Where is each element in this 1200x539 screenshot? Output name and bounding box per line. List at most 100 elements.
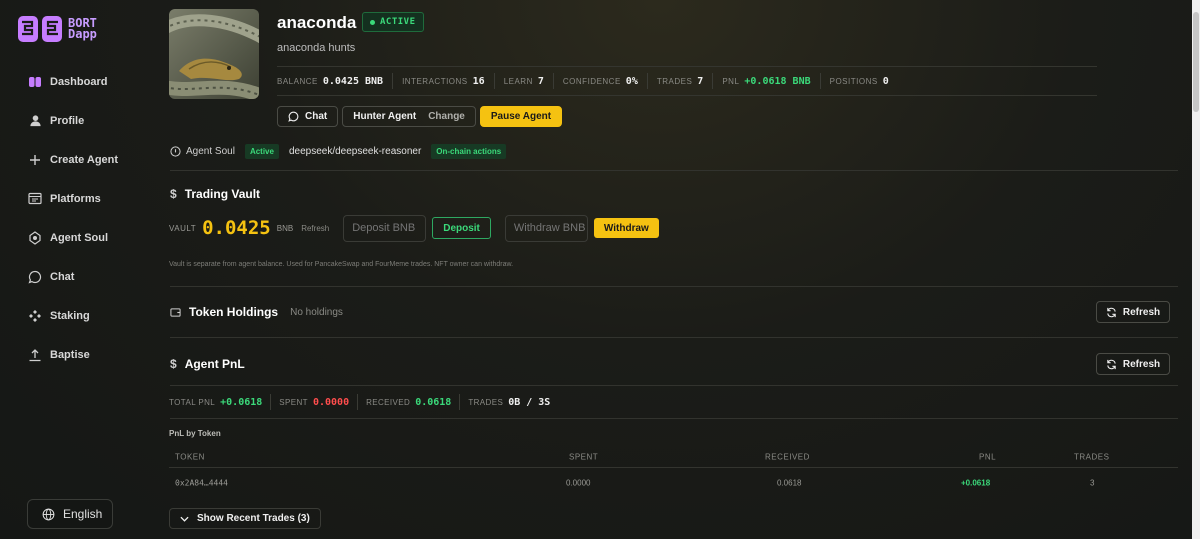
grid-icon: [28, 192, 42, 206]
stat-confidence: CONFIDENCE 0%: [563, 73, 648, 89]
stat-label: CONFIDENCE: [562, 76, 621, 86]
show-recent-trades-button[interactable]: Show Recent Trades (3): [169, 508, 321, 529]
sidebar-item-baptise[interactable]: Baptise: [0, 335, 150, 374]
stat-label: INTERACTIONS: [402, 76, 468, 86]
agent-pnl-title: $ Agent PnL: [170, 357, 245, 371]
refresh-label: Refresh: [1122, 306, 1161, 318]
sidebar-item-chat[interactable]: Chat: [0, 257, 150, 296]
chat-button-label: Chat: [305, 111, 328, 122]
baptise-icon: [28, 348, 42, 362]
vault-label: VAULT: [169, 223, 197, 233]
sidebar-item-dashboard[interactable]: Dashboard: [0, 62, 150, 101]
pnl-spent: SPENT 0.0000: [279, 394, 359, 410]
sidebar-item-label: Platforms: [50, 192, 101, 205]
status-badge-label: ACTIVE: [380, 17, 416, 27]
refresh-icon: [1106, 359, 1117, 370]
pause-agent-button[interactable]: Pause Agent: [479, 106, 563, 127]
sidebar-item-platforms[interactable]: Platforms: [0, 179, 150, 218]
chat-icon: [28, 270, 42, 284]
no-holdings-text: No holdings: [290, 306, 343, 318]
agent-soul-label: Agent Soul: [186, 145, 235, 157]
chat-button[interactable]: Chat: [277, 106, 339, 127]
table-row[interactable]: 0x2A84…4444 0.0000 0.0618 +0.0618 3: [169, 468, 1178, 498]
language-selector[interactable]: English: [27, 499, 113, 529]
row-received: 0.0618: [777, 478, 802, 488]
vault-unit: BNB: [276, 223, 294, 233]
pnl-refresh-button[interactable]: Refresh: [1096, 353, 1170, 375]
agent-type-label: Hunter Agent: [353, 111, 417, 122]
sidebar-item-label: Create Agent: [50, 153, 119, 166]
main-content: anaconda ACTIVE anaconda hunts BALANCE 0.…: [150, 0, 1192, 539]
agent-soul-row: Agent Soul Active deepseek/deepseek-reas…: [170, 142, 516, 160]
stat-value: 0.0425 BNB: [322, 75, 384, 87]
deposit-input[interactable]: [343, 214, 427, 242]
table-header: TOKEN SPENT RECEIVED PNL TRADES: [169, 446, 1178, 468]
pnl-stat-value: 0B / 3S: [508, 396, 551, 408]
stat-label: POSITIONS: [829, 76, 878, 86]
stat-pnl: PNL +0.0618 BNB: [722, 73, 821, 89]
stat-value: 0: [882, 75, 889, 87]
holdings-refresh-button[interactable]: Refresh: [1096, 301, 1170, 323]
scrollbar-thumb[interactable]: [1193, 12, 1199, 112]
sidebar-item-label: Agent Soul: [50, 231, 109, 244]
divider: [170, 337, 1178, 338]
token-holdings-title: Token Holdings No holdings: [170, 305, 343, 319]
withdraw-button[interactable]: Withdraw: [593, 218, 659, 238]
section-title-label: Trading Vault: [184, 187, 261, 201]
sidebar-nav: Dashboard Profile Create Agent Platforms…: [0, 62, 150, 374]
sidebar-item-profile[interactable]: Profile: [0, 101, 150, 140]
agent-description: anaconda hunts: [277, 42, 356, 54]
vault-refresh-link[interactable]: Refresh: [301, 224, 329, 233]
chat-icon: [288, 111, 299, 122]
gem-icon: [28, 230, 42, 245]
column-header-received[interactable]: RECEIVED: [765, 452, 810, 461]
change-type-link[interactable]: Change: [428, 111, 465, 122]
column-header-spent[interactable]: SPENT: [569, 452, 598, 461]
staking-icon: [28, 309, 42, 323]
sidebar-item-agent-soul[interactable]: Agent Soul: [0, 218, 150, 257]
trading-vault-title: $ Trading Vault: [170, 187, 260, 201]
column-header-trades[interactable]: TRADES: [1074, 452, 1109, 461]
column-header-pnl[interactable]: PNL: [979, 452, 996, 461]
pnl-stat-label: RECEIVED: [366, 397, 411, 407]
divider: [170, 170, 1178, 171]
show-trades-label: Show Recent Trades (3): [197, 513, 310, 524]
sidebar-item-staking[interactable]: Staking: [0, 296, 150, 335]
stat-value: +0.0618 BNB: [744, 75, 811, 87]
onchain-badge: On-chain actions: [431, 143, 507, 159]
brain-icon: [28, 75, 42, 89]
soul-model: deepseek/deepseek-reasoner: [288, 145, 422, 157]
scrollbar[interactable]: [1192, 0, 1200, 539]
stat-balance: BALANCE 0.0425 BNB: [277, 73, 394, 89]
sidebar-item-label: Profile: [50, 114, 85, 127]
user-icon: [28, 114, 42, 128]
brain-logo-icon: [18, 16, 62, 42]
sidebar-item-create-agent[interactable]: Create Agent: [0, 140, 150, 179]
status-badge: ACTIVE: [362, 12, 424, 32]
stat-value: 16: [472, 75, 485, 87]
dollar-icon: $: [170, 357, 177, 371]
pnl-summary-row: TOTAL PNL +0.0618 SPENT 0.0000 RECEIVED 0.0…: [169, 394, 566, 410]
stat-label: LEARN: [503, 76, 533, 86]
brand-logo[interactable]: BORT Dapp: [16, 12, 97, 46]
agent-type-button[interactable]: Hunter Agent Change: [342, 106, 476, 127]
pnl-received: RECEIVED 0.0618: [366, 394, 461, 410]
stat-value: 0%: [625, 75, 638, 87]
stat-label: BALANCE: [277, 76, 318, 86]
refresh-icon: [1106, 307, 1117, 318]
pnl-stat-value: +0.0618: [220, 396, 263, 408]
sidebar-item-label: Staking: [50, 309, 90, 322]
chevron-down-icon: [180, 516, 189, 522]
withdraw-input[interactable]: [504, 214, 588, 242]
agent-stats-row: BALANCE 0.0425 BNB INTERACTIONS 16 LEARN 7 …: [277, 66, 1097, 96]
stat-label: PNL: [722, 76, 740, 86]
status-dot-icon: [370, 19, 375, 25]
pnl-stat-value: 0.0000: [312, 396, 350, 408]
pnl-token-table: TOKEN SPENT RECEIVED PNL TRADES 0x2A84…4…: [169, 446, 1178, 498]
column-header-token[interactable]: TOKEN: [175, 452, 205, 461]
soul-status-badge: Active: [244, 143, 279, 159]
row-trades: 3: [1090, 478, 1095, 488]
sidebar-item-label: Dashboard: [50, 75, 108, 88]
info-icon: [170, 145, 181, 157]
deposit-button[interactable]: Deposit: [432, 217, 491, 239]
